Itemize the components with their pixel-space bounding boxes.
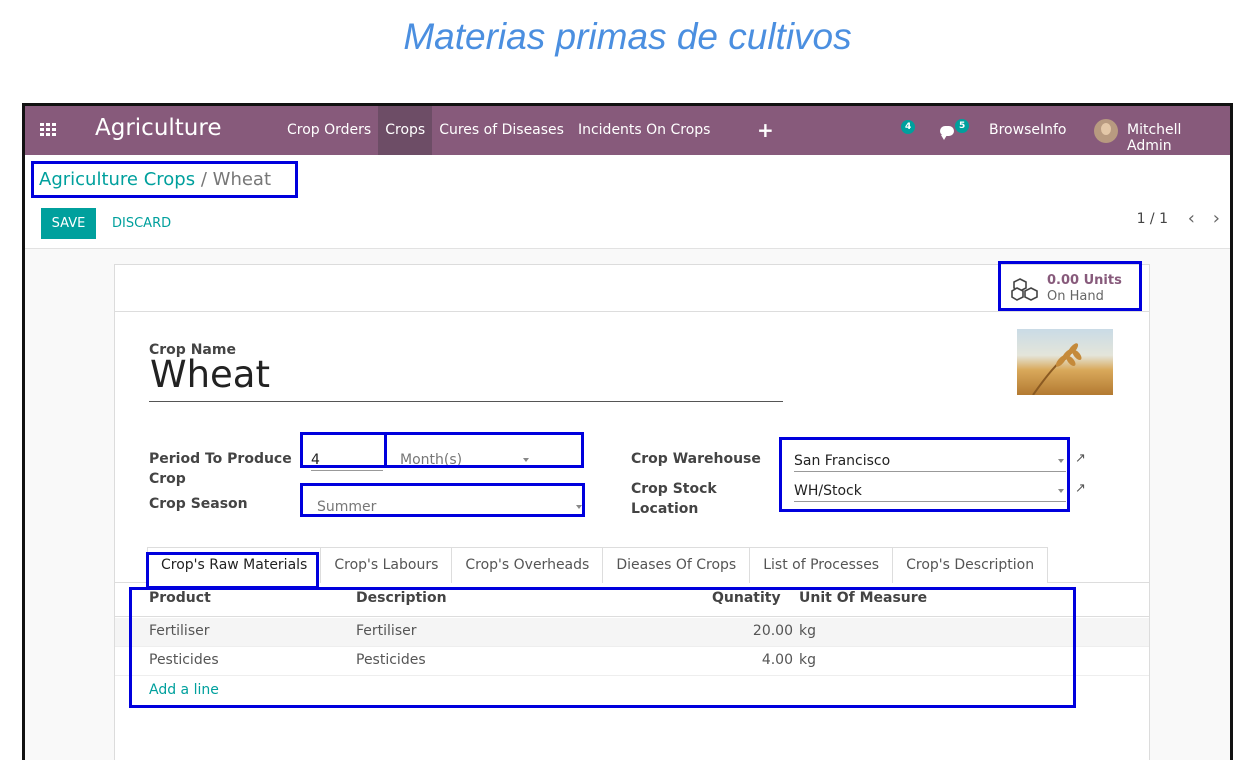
period-label: Period To Produce Crop [149,451,292,487]
crop-name-field[interactable]: Wheat [150,353,270,396]
cell-product: Pesticides [149,652,219,668]
external-link-icon[interactable]: ↗ [1075,481,1086,496]
table-header: Product Description Qunatity Unit Of Mea… [115,583,1149,617]
pager-value[interactable]: 1 / 1 [1137,211,1168,227]
message-badge[interactable]: 5 [955,119,970,133]
column-description[interactable]: Description [356,590,447,606]
activity-badge[interactable]: 4 [901,120,916,134]
add-line-link[interactable]: Add a line [149,682,219,698]
cell-description: Pesticides [356,652,426,668]
breadcrumb-parent[interactable]: Agriculture Crops [39,169,195,190]
top-menu: Crop Orders Crops Cures of Diseases Inci… [280,106,717,155]
warehouse-label: Crop Warehouse [631,451,761,467]
tab-raw-materials[interactable]: Crop's Raw Materials [147,547,322,583]
plus-icon[interactable]: + [757,118,774,142]
period-unit-select[interactable]: Month(s) [400,450,530,470]
period-input[interactable]: 4 [311,450,383,471]
column-quantity[interactable]: Qunatity [712,590,781,606]
table-row[interactable]: Fertiliser Fertiliser 20.00 kg [115,618,1149,647]
discard-button[interactable]: DISCARD [112,208,171,239]
caret-down-icon [576,505,582,509]
pager-previous-button[interactable]: ‹ [1188,208,1195,229]
chat-icon[interactable] [940,126,954,140]
breadcrumb-separator: / [200,169,207,190]
main-navbar: Agriculture Crop Orders Crops Cures of D… [25,106,1230,155]
season-label: Crop Season [149,496,248,512]
tab-overheads[interactable]: Crop's Overheads [451,547,604,583]
tab-crop-description[interactable]: Crop's Description [892,547,1049,583]
pager-next-button[interactable]: › [1213,208,1220,229]
cell-product: Fertiliser [149,623,210,639]
menu-item-cures-of-diseases[interactable]: Cures of Diseases [432,106,571,155]
external-link-icon[interactable]: ↗ [1075,451,1086,466]
column-product[interactable]: Product [149,590,211,606]
apps-grid-icon[interactable] [40,123,56,137]
wheat-image-icon [1032,343,1082,395]
app-window: Agriculture Crop Orders Crops Cures of D… [22,103,1233,760]
tab-labours[interactable]: Crop's Labours [320,547,453,583]
crop-name-underline [149,401,783,402]
cell-quantity: 4.00 [761,652,793,668]
breadcrumb: Agriculture Crops / Wheat [39,169,271,190]
menu-item-crop-orders[interactable]: Crop Orders [280,106,378,155]
caption-title: Materias primas de cultivos [403,16,852,57]
caret-down-icon [1058,489,1064,493]
breadcrumb-current: Wheat [212,169,272,190]
on-hand-value: 0.00 Units [1047,273,1122,288]
cell-uom: kg [799,623,816,639]
form-sheet: 0.00 Units On Hand Crop Name Wheat Perio… [114,264,1150,760]
notebook-tabs: Crop's Raw Materials Crop's Labours Crop… [147,547,1049,583]
save-button[interactable]: SAVE [41,208,96,239]
stock-location-label: Crop Stock Location [631,481,717,517]
caret-down-icon [1058,459,1064,463]
season-select[interactable]: Summer [317,497,567,517]
user-menu[interactable]: Mitchell Admin [1127,122,1230,154]
menu-item-crops[interactable]: Crops [378,106,433,155]
tab-list-of-processes[interactable]: List of Processes [749,547,894,583]
warehouse-select[interactable]: San Francisco [794,451,1066,472]
tab-dieases-of-crops[interactable]: Dieases Of Crops [602,547,751,583]
cell-uom: kg [799,652,816,668]
app-name[interactable]: Agriculture [95,115,222,141]
caret-down-icon [523,458,529,462]
crop-image[interactable] [1017,329,1113,395]
menu-item-incidents-on-crops[interactable]: Incidents On Crops [571,106,718,155]
table-row[interactable]: Pesticides Pesticides 4.00 kg [115,647,1149,676]
page: Materias primas de cultivos Agriculture … [0,0,1255,760]
company-switcher[interactable]: BrowseInfo [989,122,1066,138]
control-panel: Agriculture Crops / Wheat SAVE DISCARD 1… [25,155,1230,249]
button-box: 0.00 Units On Hand [115,265,1149,312]
cell-description: Fertiliser [356,623,417,639]
avatar[interactable] [1094,119,1118,143]
cubes-icon [1011,278,1038,301]
column-uom[interactable]: Unit Of Measure [799,590,927,606]
cell-quantity: 20.00 [752,623,793,639]
stock-location-select[interactable]: WH/Stock [794,481,1066,502]
on-hand-label: On Hand [1047,289,1104,304]
on-hand-stat-button[interactable]: 0.00 Units On Hand [1001,269,1136,309]
